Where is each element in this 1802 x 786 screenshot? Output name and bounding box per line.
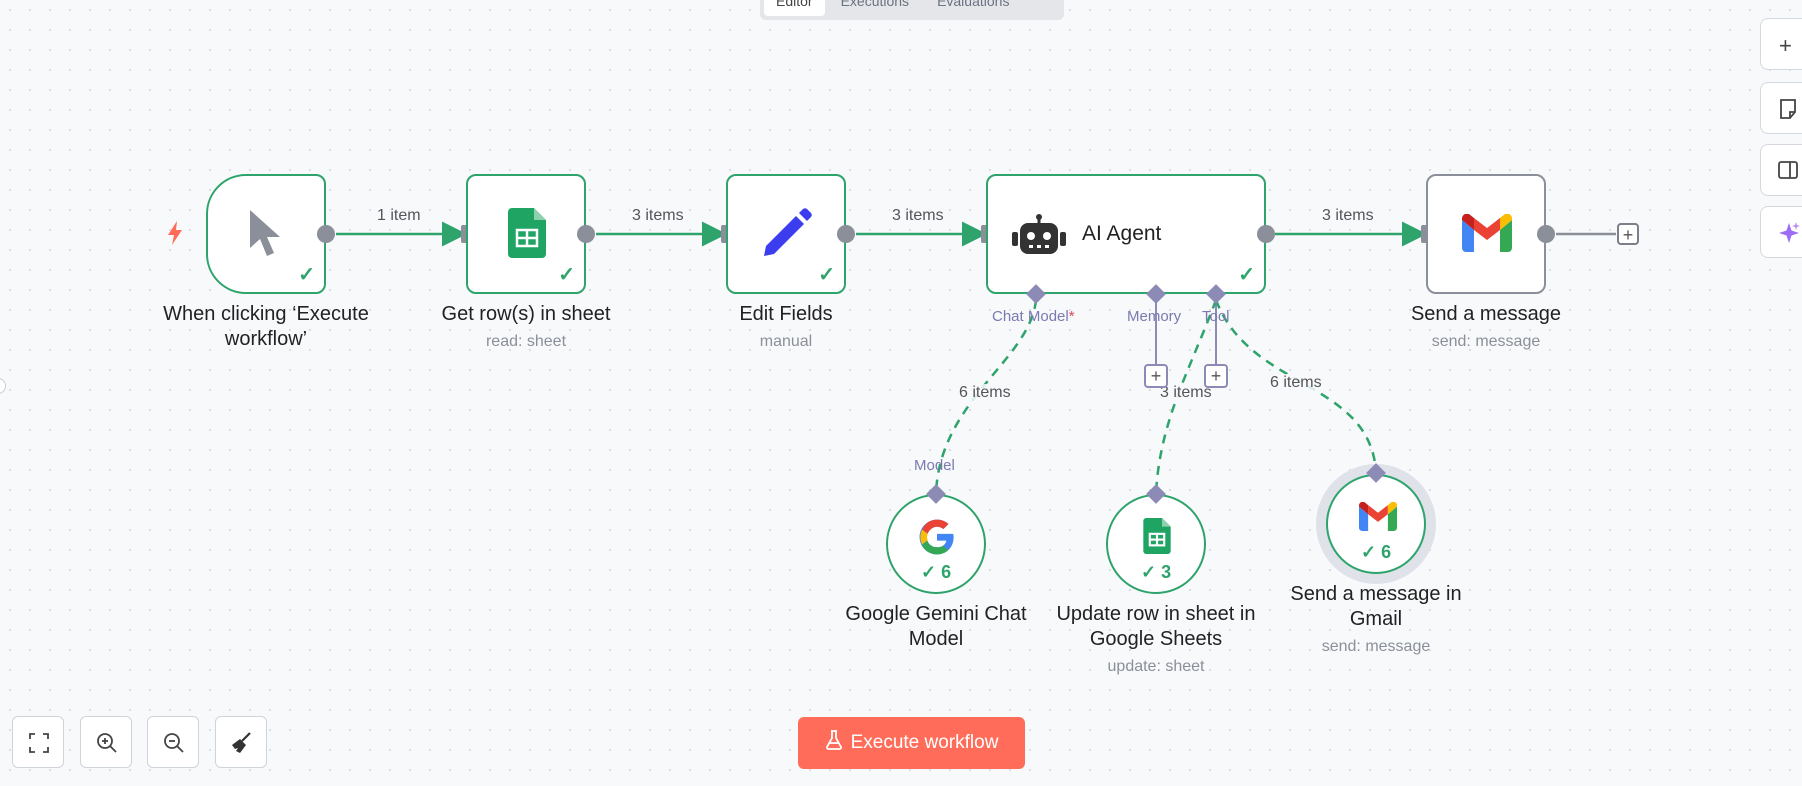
pencil-icon xyxy=(760,206,814,265)
node-subtitle: update: sheet xyxy=(1107,658,1205,675)
execute-workflow-button[interactable]: Execute workflow xyxy=(798,717,1025,769)
chat-model-port-label: Chat Model* xyxy=(992,308,1075,325)
output-handle[interactable] xyxy=(1257,225,1275,243)
trigger-node[interactable]: ✓ xyxy=(206,174,326,294)
edge-label: 3 items xyxy=(890,207,946,225)
google-icon xyxy=(918,518,956,561)
panel-icon xyxy=(1778,161,1798,184)
zoom-in-button[interactable] xyxy=(80,716,132,768)
sticky-note-icon xyxy=(1779,99,1797,124)
model-port-label: Model xyxy=(914,457,955,474)
node-title: Send a message in Gmail xyxy=(1290,583,1462,630)
success-check-icon: ✓ xyxy=(818,264,835,286)
cursor-icon xyxy=(246,208,286,267)
node-subtitle: manual xyxy=(759,333,813,350)
sticky-note-button[interactable] xyxy=(1760,82,1802,134)
tidy-up-button[interactable] xyxy=(215,716,267,768)
edge-label: 1 item xyxy=(375,207,423,225)
ai-assistant-button[interactable] xyxy=(1760,206,1802,258)
node-subtitle: send: message xyxy=(1431,333,1541,350)
flask-icon xyxy=(825,730,843,756)
zoom-in-icon xyxy=(96,732,118,759)
plus-icon: + xyxy=(1779,33,1792,58)
gmail-icon xyxy=(1359,501,1397,536)
tool-port-label: Tool xyxy=(1202,308,1230,325)
zoom-out-button[interactable] xyxy=(147,716,199,768)
zoom-out-icon xyxy=(163,732,185,759)
update-row-node[interactable]: ✓ 3 xyxy=(1106,494,1206,594)
sparkle-icon xyxy=(1777,221,1801,250)
node-title: Edit Fields xyxy=(739,303,833,325)
tab-executions[interactable]: Executions xyxy=(829,0,921,16)
gmail-icon xyxy=(1462,213,1512,257)
output-handle[interactable] xyxy=(577,225,595,243)
google-sheets-icon xyxy=(1143,518,1171,559)
gmail-tool-node[interactable]: ✓ 6 xyxy=(1326,474,1426,574)
edge-label: 6 items xyxy=(1268,374,1324,392)
broom-icon xyxy=(230,731,254,760)
robot-icon xyxy=(1012,214,1066,261)
node-title: Send a message xyxy=(1410,303,1562,325)
node-title: When clicking ‘Execute workflow’ xyxy=(163,303,369,350)
add-memory-button[interactable]: + xyxy=(1144,364,1168,388)
node-subtitle: read: sheet xyxy=(485,333,567,350)
sidebar-toggle[interactable] xyxy=(0,378,6,394)
output-handle[interactable] xyxy=(1537,225,1555,243)
node-title: Get row(s) in sheet xyxy=(441,303,611,325)
add-node-panel-button[interactable]: + xyxy=(1760,18,1802,70)
edge-label: 3 items xyxy=(630,207,686,225)
google-sheets-icon xyxy=(508,208,546,263)
item-count: ✓ 3 xyxy=(1141,562,1172,582)
item-count: ✓ 6 xyxy=(1361,542,1392,562)
memory-port-label: Memory xyxy=(1127,308,1182,325)
node-subtitle: send: message xyxy=(1321,638,1431,655)
output-handle[interactable] xyxy=(837,225,855,243)
success-check-icon: ✓ xyxy=(1238,264,1255,286)
send-message-node[interactable] xyxy=(1426,174,1546,294)
node-title: AI Agent xyxy=(1082,222,1162,245)
execute-workflow-label: Execute workflow xyxy=(850,732,999,753)
edge-label: 6 items xyxy=(957,384,1013,402)
toggle-panel-button[interactable] xyxy=(1760,144,1802,196)
trigger-bolt-icon xyxy=(166,220,184,253)
node-title: Update row in sheet in Google Sheets xyxy=(1056,603,1256,650)
gemini-node[interactable]: ✓ 6 xyxy=(886,494,986,594)
output-handle[interactable] xyxy=(317,225,335,243)
edit-fields-node[interactable]: ✓ xyxy=(726,174,846,294)
tab-editor[interactable]: Editor xyxy=(764,0,825,16)
success-check-icon: ✓ xyxy=(298,264,315,286)
node-title: Google Gemini Chat Model xyxy=(845,603,1027,650)
edge-label: 3 items xyxy=(1320,207,1376,225)
add-tool-button[interactable]: + xyxy=(1204,364,1228,388)
get-rows-node[interactable]: ✓ xyxy=(466,174,586,294)
fit-view-icon xyxy=(29,733,49,758)
view-tabs: Editor Executions Evaluations xyxy=(760,0,1064,20)
tab-evaluations[interactable]: Evaluations xyxy=(925,0,1021,16)
ai-agent-node[interactable]: AI Agent ✓ xyxy=(986,174,1266,294)
connections xyxy=(336,221,1616,494)
success-check-icon: ✓ xyxy=(558,264,575,286)
add-node-button[interactable]: + xyxy=(1617,223,1639,245)
item-count: ✓ 6 xyxy=(921,562,952,582)
fit-view-button[interactable] xyxy=(12,716,64,768)
